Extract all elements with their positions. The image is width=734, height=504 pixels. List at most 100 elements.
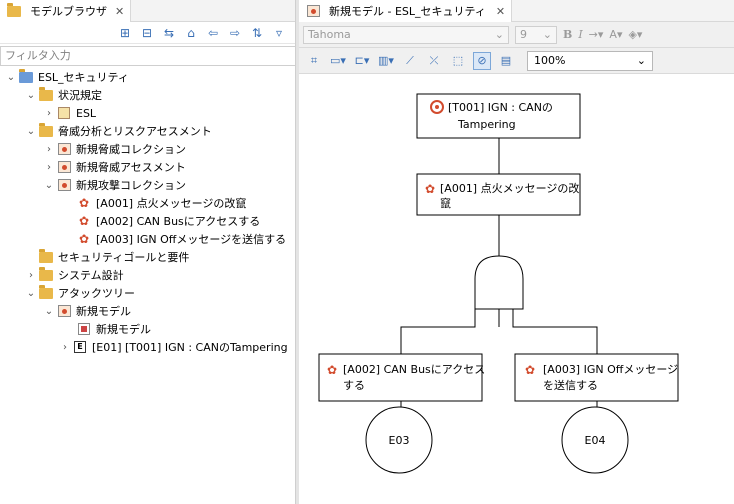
collapse-all-icon[interactable]: ⊟ [139, 25, 155, 41]
node-a002-line1: [A002] CAN Busにアクセス [343, 363, 485, 376]
node-t001-line2: Tampering [457, 118, 516, 131]
tree-item-label: アタックツリー [58, 287, 135, 300]
node-a003[interactable]: ✿ [A003] IGN Offメッセージ を送信する [514, 353, 679, 402]
filter-input[interactable]: フィルタ入力 [0, 46, 296, 66]
chevron-right-icon[interactable]: › [58, 342, 72, 353]
grid-icon[interactable]: ⊘ [473, 51, 491, 70]
attack-icon: ✿ [525, 363, 535, 377]
chevron-right-icon[interactable]: › [42, 144, 56, 155]
tree-item-attack-collection[interactable]: ⌄ 新規攻撃コレクション [0, 176, 296, 194]
tree-item-threat-assessment[interactable]: › 新規脅威アセスメント [0, 158, 296, 176]
chevron-down-icon[interactable]: ⌄ [24, 90, 38, 101]
attack-icon: ✿ [78, 196, 90, 210]
line-style-icon[interactable]: →▾ [589, 28, 604, 41]
chevron-down-icon[interactable]: ⌄ [24, 126, 38, 137]
assessment-icon [56, 160, 72, 174]
tree-item-label: 新規モデル [96, 323, 151, 336]
zoom-value: 100% [534, 54, 566, 67]
diagram-toolbar: ⌗ ▭▾ ⊏▾ ▥▾ ⟋ ⤫ ⬚ ⊘ ▤ 100% ⌄ [299, 48, 734, 74]
tree-item-attack-tree[interactable]: ⌄ アタックツリー [0, 284, 296, 302]
chevron-down-icon[interactable]: ⌄ [42, 306, 56, 317]
sort-az-icon[interactable]: ⇅ [249, 25, 265, 41]
chevron-down-icon: ⌄ [636, 54, 646, 67]
font-name-select[interactable]: Tahoma ⌄ [303, 25, 509, 44]
font-name-value: Tahoma [308, 28, 351, 41]
zoom-select[interactable]: 100% ⌄ [527, 50, 653, 71]
tree-item-label: ESL_セキュリティ [38, 71, 129, 84]
tree-item-situation[interactable]: ⌄ 状況規定 [0, 86, 296, 104]
folder-icon [38, 122, 54, 138]
tree-item-label: 新規モデル [76, 305, 131, 318]
tree-item-a002[interactable]: ✿ [A002] CAN Busにアクセスする [0, 212, 296, 230]
chevron-right-icon[interactable]: › [42, 162, 56, 173]
bold-icon[interactable]: B [563, 28, 572, 41]
attack-icon: ✿ [78, 214, 90, 228]
chevron-down-icon[interactable]: ⌄ [4, 72, 18, 83]
node-a002[interactable]: ✿ [A002] CAN Busにアクセス する [318, 353, 485, 402]
tree-item-tara[interactable]: ⌄ 脅威分析とリスクアセスメント [0, 122, 296, 140]
node-a003-line1: [A003] IGN Offメッセージ [543, 363, 678, 376]
layout-icon[interactable]: ⊏▾ [353, 52, 371, 70]
close-icon[interactable]: ✕ [496, 5, 505, 18]
tree-item-label: セキュリティゴールと要件 [58, 251, 190, 264]
tree-item-threat-collection[interactable]: › 新規脅威コレクション [0, 140, 296, 158]
close-icon[interactable]: ✕ [115, 5, 124, 18]
editor-tab[interactable]: 新規モデル - ESL_セキュリティ ✕ [299, 0, 513, 22]
chevron-down-icon[interactable]: ⌄ [42, 180, 56, 191]
italic-icon[interactable]: I [578, 28, 582, 41]
diagram-icon [76, 322, 92, 336]
tree-item-label: [E01] [T001] IGN : CANのTampering [92, 341, 288, 354]
event-e04[interactable]: E04 [561, 406, 629, 474]
node-t001[interactable]: [T001] IGN : CANの Tampering [416, 93, 581, 139]
chevron-down-icon[interactable]: ⌄ [24, 288, 38, 299]
folder-icon [38, 248, 54, 264]
chevron-right-icon[interactable]: › [24, 270, 38, 281]
tree-item-label: ESL [76, 106, 97, 120]
app-window: モデルブラウザ ✕ ⊞ ⊟ ⇆ ⌂ ⇦ ⇨ ⇅ ▿ フィルタ入力 ⌄ ESL_セ… [0, 0, 734, 504]
tree-item-label: 状況規定 [58, 89, 102, 102]
node-a001[interactable]: ✿ [A001] 点火メッセージの改 竄 [416, 173, 581, 216]
diagram-canvas[interactable]: [T001] IGN : CANの Tampering ✿ [A001] 点火メ… [299, 74, 734, 504]
snap-icon[interactable]: ⬚ [449, 52, 467, 70]
node-a001-line2: 竄 [440, 196, 451, 210]
collection-icon [56, 142, 72, 156]
forward-icon[interactable]: ⇨ [227, 25, 243, 41]
event-e03[interactable]: E03 [365, 406, 433, 474]
editor-tabbar: 新規モデル - ESL_セキュリティ ✕ [299, 0, 734, 22]
disconnect-icon[interactable]: ⤫ [425, 52, 443, 70]
panel-splitter[interactable] [296, 0, 299, 504]
select-all-icon[interactable]: ⌗ [305, 52, 323, 70]
font-color-icon[interactable]: A▾ [609, 28, 622, 41]
link-editor-icon[interactable]: ⇆ [161, 25, 177, 41]
tree-item-esl[interactable]: › ESL [0, 104, 296, 122]
view-menu-icon[interactable]: ▿ [271, 25, 287, 41]
chevron-right-icon[interactable]: › [42, 108, 56, 119]
tree-item-a003[interactable]: ✿ [A003] IGN Offメッセージを送信する [0, 230, 296, 248]
font-size-value: 9 [520, 28, 527, 41]
model-browser-panel: モデルブラウザ ✕ ⊞ ⊟ ⇆ ⌂ ⇦ ⇨ ⇅ ▿ フィルタ入力 ⌄ ESL_セ… [0, 0, 296, 504]
tree-item-esl-security[interactable]: ⌄ ESL_セキュリティ [0, 68, 296, 86]
arrange-icon[interactable]: ▭▾ [329, 52, 347, 70]
fill-color-icon[interactable]: ◈▾ [628, 28, 642, 41]
tree-item-new-model[interactable]: ⌄ 新規モデル [0, 302, 296, 320]
home-icon[interactable]: ⌂ [183, 25, 199, 41]
node-a002-line2: する [343, 379, 365, 392]
expand-all-icon[interactable]: ⊞ [117, 25, 133, 41]
format-toolbar: Tahoma ⌄ 9 ⌄ B I →▾ A▾ ◈▾ [299, 22, 734, 48]
attack-icon: ✿ [425, 182, 435, 196]
tree-item-e01[interactable]: › E [E01] [T001] IGN : CANのTampering [0, 338, 296, 356]
and-gate[interactable] [474, 255, 524, 310]
tree-item-a001[interactable]: ✿ [A001] 点火メッセージの改竄 [0, 194, 296, 212]
tree-item-new-model-diagram[interactable]: 新規モデル [0, 320, 296, 338]
font-size-select[interactable]: 9 ⌄ [515, 25, 557, 44]
tree-item-security-goals[interactable]: セキュリティゴールと要件 [0, 248, 296, 266]
editor-tab-label: 新規モデル - ESL_セキュリティ [329, 5, 486, 18]
align-icon[interactable]: ▥▾ [377, 52, 395, 70]
tree-item-system-design[interactable]: › システム設計 [0, 266, 296, 284]
back-icon[interactable]: ⇦ [205, 25, 221, 41]
route-icon[interactable]: ⟋ [401, 52, 419, 70]
model-browser-tab[interactable]: モデルブラウザ ✕ [0, 0, 132, 22]
attack-tree-diagram: [T001] IGN : CANの Tampering ✿ [A001] 点火メ… [318, 93, 679, 474]
folder-icon [38, 86, 54, 102]
properties-icon[interactable]: ▤ [497, 52, 515, 70]
